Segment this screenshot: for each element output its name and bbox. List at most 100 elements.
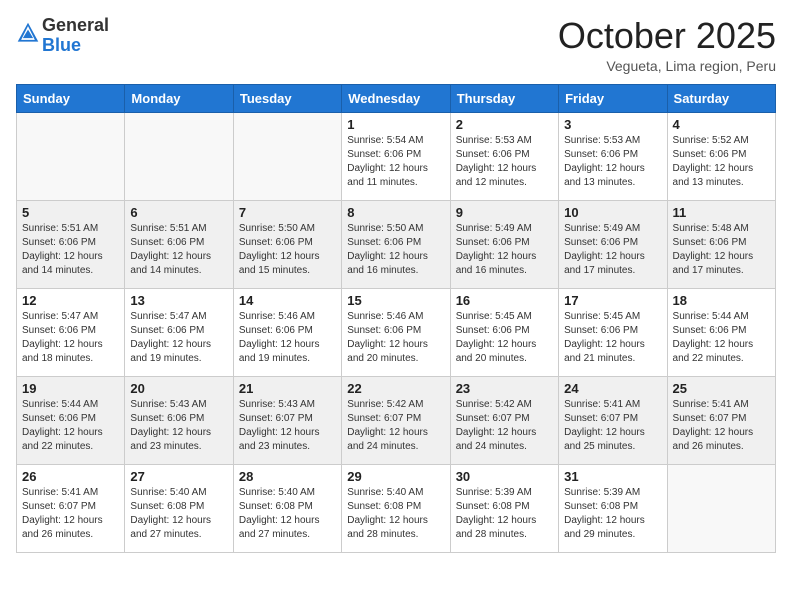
calendar-cell	[667, 464, 775, 552]
calendar-cell: 27 Sunrise: 5:40 AM Sunset: 6:08 PM Dayli…	[125, 464, 233, 552]
day-number: 6	[130, 205, 227, 220]
calendar-week-5: 26 Sunrise: 5:41 AM Sunset: 6:07 PM Dayli…	[17, 464, 776, 552]
calendar-cell: 3Sunrise: 5:53 AM Sunset: 6:06 PM Daylig…	[559, 112, 667, 200]
header-sunday: Sunday	[17, 84, 125, 112]
day-detail: Sunrise: 5:50 AM Sunset: 6:06 PM Dayligh…	[347, 222, 444, 278]
calendar-cell: 2Sunrise: 5:53 AM Sunset: 6:06 PM Daylig…	[450, 112, 558, 200]
day-detail: Sunrise: 5:40 AM Sunset: 6:08 PM Dayligh…	[239, 486, 336, 542]
day-number: 5	[22, 205, 119, 220]
day-detail: Sunrise: 5:41 AM Sunset: 6:07 PM Dayligh…	[564, 398, 661, 454]
header-friday: Friday	[559, 84, 667, 112]
day-detail: Sunrise: 5:41 AM Sunset: 6:07 PM Dayligh…	[673, 398, 770, 454]
calendar-cell: 20 Sunrise: 5:43 AM Sunset: 6:06 PM Dayli…	[125, 376, 233, 464]
calendar-cell: 6 Sunrise: 5:51 AM Sunset: 6:06 PM Daylig…	[125, 200, 233, 288]
day-detail: Sunrise: 5:47 AM Sunset: 6:06 PM Dayligh…	[130, 310, 227, 366]
calendar-cell: 21 Sunrise: 5:43 AM Sunset: 6:07 PM Dayli…	[233, 376, 341, 464]
calendar-cell: 26 Sunrise: 5:41 AM Sunset: 6:07 PM Dayli…	[17, 464, 125, 552]
day-number: 17	[564, 293, 661, 308]
calendar-cell: 17 Sunrise: 5:45 AM Sunset: 6:06 PM Dayli…	[559, 288, 667, 376]
day-detail: Sunrise: 5:45 AM Sunset: 6:06 PM Dayligh…	[456, 310, 553, 366]
calendar-cell	[233, 112, 341, 200]
header: General Blue October 2025 Vegueta, Lima …	[16, 16, 776, 74]
day-detail: Sunrise: 5:48 AM Sunset: 6:06 PM Dayligh…	[673, 222, 770, 278]
calendar-cell: 12 Sunrise: 5:47 AM Sunset: 6:06 PM Dayli…	[17, 288, 125, 376]
calendar-cell: 24 Sunrise: 5:41 AM Sunset: 6:07 PM Dayli…	[559, 376, 667, 464]
calendar-cell	[125, 112, 233, 200]
day-number: 24	[564, 381, 661, 396]
calendar-cell: 8 Sunrise: 5:50 AM Sunset: 6:06 PM Daylig…	[342, 200, 450, 288]
day-number: 2	[456, 117, 553, 132]
day-detail: Sunrise: 5:40 AM Sunset: 6:08 PM Dayligh…	[130, 486, 227, 542]
day-detail: Sunrise: 5:46 AM Sunset: 6:06 PM Dayligh…	[347, 310, 444, 366]
header-monday: Monday	[125, 84, 233, 112]
title-block: October 2025 Vegueta, Lima region, Peru	[558, 16, 776, 74]
day-number: 4	[673, 117, 770, 132]
day-detail: Sunrise: 5:42 AM Sunset: 6:07 PM Dayligh…	[456, 398, 553, 454]
day-number: 21	[239, 381, 336, 396]
calendar-week-3: 12 Sunrise: 5:47 AM Sunset: 6:06 PM Dayli…	[17, 288, 776, 376]
calendar-cell: 11 Sunrise: 5:48 AM Sunset: 6:06 PM Dayli…	[667, 200, 775, 288]
day-detail: Sunrise: 5:51 AM Sunset: 6:06 PM Dayligh…	[130, 222, 227, 278]
calendar-cell	[17, 112, 125, 200]
day-detail: Sunrise: 5:50 AM Sunset: 6:06 PM Dayligh…	[239, 222, 336, 278]
header-saturday: Saturday	[667, 84, 775, 112]
day-number: 13	[130, 293, 227, 308]
day-number: 25	[673, 381, 770, 396]
day-detail: Sunrise: 5:40 AM Sunset: 6:08 PM Dayligh…	[347, 486, 444, 542]
day-detail: Sunrise: 5:43 AM Sunset: 6:06 PM Dayligh…	[130, 398, 227, 454]
calendar-week-2: 5 Sunrise: 5:51 AM Sunset: 6:06 PM Daylig…	[17, 200, 776, 288]
logo: General Blue	[16, 16, 109, 56]
day-detail: Sunrise: 5:44 AM Sunset: 6:06 PM Dayligh…	[22, 398, 119, 454]
calendar-cell: 14Sunrise: 5:46 AM Sunset: 6:06 PM Dayli…	[233, 288, 341, 376]
header-tuesday: Tuesday	[233, 84, 341, 112]
calendar-cell: 10Sunrise: 5:49 AM Sunset: 6:06 PM Dayli…	[559, 200, 667, 288]
day-detail: Sunrise: 5:44 AM Sunset: 6:06 PM Dayligh…	[673, 310, 770, 366]
day-number: 15	[347, 293, 444, 308]
day-number: 27	[130, 469, 227, 484]
day-detail: Sunrise: 5:43 AM Sunset: 6:07 PM Dayligh…	[239, 398, 336, 454]
day-number: 23	[456, 381, 553, 396]
day-detail: Sunrise: 5:47 AM Sunset: 6:06 PM Dayligh…	[22, 310, 119, 366]
calendar-cell: 13 Sunrise: 5:47 AM Sunset: 6:06 PM Dayli…	[125, 288, 233, 376]
calendar-header-row: SundayMondayTuesdayWednesdayThursdayFrid…	[17, 84, 776, 112]
logo-icon	[16, 21, 40, 45]
day-number: 12	[22, 293, 119, 308]
day-number: 31	[564, 469, 661, 484]
day-number: 19	[22, 381, 119, 396]
calendar-cell: 25 Sunrise: 5:41 AM Sunset: 6:07 PM Dayli…	[667, 376, 775, 464]
month-title: October 2025	[558, 16, 776, 56]
calendar-cell: 28Sunrise: 5:40 AM Sunset: 6:08 PM Dayli…	[233, 464, 341, 552]
day-number: 7	[239, 205, 336, 220]
day-number: 11	[673, 205, 770, 220]
day-number: 30	[456, 469, 553, 484]
calendar-cell: 29 Sunrise: 5:40 AM Sunset: 6:08 PM Dayli…	[342, 464, 450, 552]
day-detail: Sunrise: 5:51 AM Sunset: 6:06 PM Dayligh…	[22, 222, 119, 278]
logo-general-text: General	[42, 15, 109, 35]
calendar-cell: 23 Sunrise: 5:42 AM Sunset: 6:07 PM Dayli…	[450, 376, 558, 464]
calendar-cell: 18Sunrise: 5:44 AM Sunset: 6:06 PM Dayli…	[667, 288, 775, 376]
calendar-cell: 9 Sunrise: 5:49 AM Sunset: 6:06 PM Daylig…	[450, 200, 558, 288]
calendar-cell: 5 Sunrise: 5:51 AM Sunset: 6:06 PM Daylig…	[17, 200, 125, 288]
calendar-cell: 19 Sunrise: 5:44 AM Sunset: 6:06 PM Dayli…	[17, 376, 125, 464]
day-number: 8	[347, 205, 444, 220]
calendar-cell: 31Sunrise: 5:39 AM Sunset: 6:08 PM Dayli…	[559, 464, 667, 552]
day-detail: Sunrise: 5:52 AM Sunset: 6:06 PM Dayligh…	[673, 134, 770, 190]
location: Vegueta, Lima region, Peru	[558, 58, 776, 74]
header-thursday: Thursday	[450, 84, 558, 112]
day-detail: Sunrise: 5:49 AM Sunset: 6:06 PM Dayligh…	[456, 222, 553, 278]
day-number: 29	[347, 469, 444, 484]
day-number: 10	[564, 205, 661, 220]
day-detail: Sunrise: 5:41 AM Sunset: 6:07 PM Dayligh…	[22, 486, 119, 542]
calendar-cell: 22Sunrise: 5:42 AM Sunset: 6:07 PM Dayli…	[342, 376, 450, 464]
day-number: 9	[456, 205, 553, 220]
day-detail: Sunrise: 5:45 AM Sunset: 6:06 PM Dayligh…	[564, 310, 661, 366]
calendar-cell: 4 Sunrise: 5:52 AM Sunset: 6:06 PM Daylig…	[667, 112, 775, 200]
day-number: 16	[456, 293, 553, 308]
day-number: 26	[22, 469, 119, 484]
calendar-cell: 16 Sunrise: 5:45 AM Sunset: 6:06 PM Dayli…	[450, 288, 558, 376]
calendar-cell: 1Sunrise: 5:54 AM Sunset: 6:06 PM Daylig…	[342, 112, 450, 200]
day-number: 3	[564, 117, 661, 132]
day-number: 20	[130, 381, 227, 396]
logo-blue-text: Blue	[42, 35, 81, 55]
day-detail: Sunrise: 5:54 AM Sunset: 6:06 PM Dayligh…	[347, 134, 444, 190]
